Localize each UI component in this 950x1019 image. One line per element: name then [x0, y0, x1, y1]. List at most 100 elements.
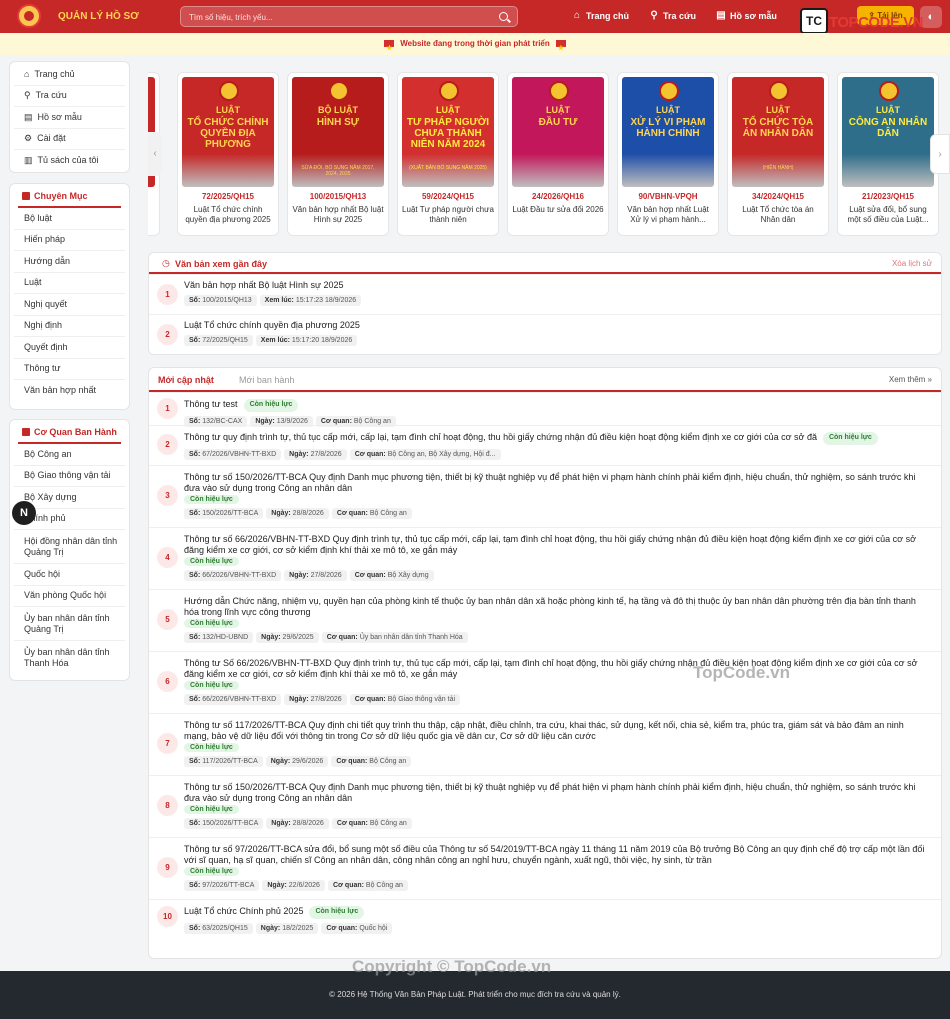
carousel-slide[interactable]: BỘ LUẬT HÌNH SỰ SỬA ĐỔI, BỔ SUNG NĂM 2017,… [287, 72, 389, 236]
slide-caption[interactable]: Luật Tư pháp người chưa thành niên [402, 205, 494, 227]
page-footer: © 2026 Hệ Thống Văn Bản Pháp Luật. Phát … [0, 971, 950, 1019]
row-title[interactable]: Luật Tổ chức chính quyền địa phương 2025 [184, 320, 931, 331]
carousel-slide[interactable]: LUẬT CÔNG AN NHÂN DÂN 21/2023/QH15 Luật sửa… [837, 72, 939, 236]
agency-chip: Cơ quan: Bộ Công an [327, 880, 408, 891]
search-icon[interactable] [499, 12, 508, 21]
see-more-link[interactable]: Xem thêm » [889, 375, 932, 384]
agency-item[interactable]: Quốc hội [14, 564, 125, 586]
row-title[interactable]: Văn bản hợp nhất Bộ luật Hình sự 2025 [184, 280, 931, 291]
category-item[interactable]: Nghị định [14, 316, 125, 337]
floating-n-button[interactable]: N [12, 501, 36, 525]
slide-caption[interactable]: Văn bản hợp nhất Bộ luật Hình sự 2025 [292, 205, 384, 227]
cover-title: CÔNG AN NHÂN DÂN [848, 117, 928, 139]
agency-item[interactable]: Văn phòng Quốc hội [14, 586, 125, 607]
nav-templates[interactable]: ▤ Hồ sơ mẫu [716, 10, 777, 21]
slide-caption[interactable]: Luật Đầu tư sửa đổi 2026 [512, 205, 604, 227]
update-row[interactable]: 6 Thông tư Số 66/2026/VBHN-TT-BXD Quy địn… [149, 651, 941, 713]
police-emblem-logo[interactable] [17, 4, 41, 28]
home-icon: ⌂ [573, 10, 581, 21]
so-chip: Số: 66/2026/VBHN-TT-BXD [184, 694, 282, 705]
row-number: 2 [157, 324, 178, 345]
carousel-slide[interactable]: LUẬT TƯ PHÁP NGƯỜI CHƯA THÀNH NIÊN NĂM 20… [397, 72, 499, 236]
category-item[interactable]: Thông tư [14, 359, 125, 380]
sidebar-item-bookshelf[interactable]: ▥ Tủ sách của tôi [14, 150, 125, 172]
book-cover: LUẬT TỔ CHỨC TÒA ÁN NHÂN DÂN (HIỆN HÀNH) [732, 77, 824, 187]
agency-item[interactable]: Ủy ban nhân dân tỉnh Thanh Hóa [14, 641, 125, 675]
sidebar-item-templates[interactable]: ▤ Hồ sơ mẫu [14, 107, 125, 129]
carousel-prev-button[interactable]: ‹ [148, 132, 162, 176]
row-title[interactable]: Luật Tổ chức Chính phủ 2025 [184, 906, 303, 916]
category-item[interactable]: Bộ luật [14, 208, 125, 230]
date-chip: Ngày: 27/8/2026 [284, 694, 347, 705]
agency-item[interactable]: Hội đồng nhân dân tỉnh Quảng Trị [14, 530, 125, 564]
row-title[interactable]: Thông tư quy định trình tự, thủ tục cấp … [184, 432, 817, 442]
brand-title[interactable]: QUẢN LÝ HỒ SƠ [58, 11, 139, 22]
recent-row[interactable]: 1 Văn bản hợp nhất Bộ luật Hình sự 2025 Số… [149, 274, 941, 314]
update-row[interactable]: 7 Thông tư số 117/2026/TT-BCA Quy định ch… [149, 713, 941, 775]
update-row[interactable]: 2 Thông tư quy định trình tự, thủ tục cấp… [149, 425, 941, 465]
clear-history-link[interactable]: Xóa lịch sử [892, 259, 932, 268]
carousel-slide[interactable]: LUẬT TỔ CHỨC TÒA ÁN NHÂN DÂN (HIỆN HÀNH) 34… [727, 72, 829, 236]
emblem-icon [769, 81, 789, 101]
category-item[interactable]: Quyết định [14, 337, 125, 359]
agency-item[interactable]: Ủy ban nhân dân tỉnh Quảng Trị [14, 607, 125, 641]
status-badge: Còn hiệu lực [184, 619, 239, 628]
search-icon: ⚲ [650, 10, 658, 21]
row-title[interactable]: Thông tư số 117/2026/TT-BCA Quy định chi… [184, 720, 904, 741]
row-title[interactable]: Thông tư Số 66/2026/VBHN-TT-BXD Quy định… [184, 658, 917, 679]
sidebar-item-settings[interactable]: ⚙ Cài đặt [14, 129, 125, 150]
agency-item[interactable]: Bộ Công an [14, 444, 125, 466]
search-input[interactable] [189, 10, 489, 24]
carousel-slide[interactable]: LUẬT TỔ CHỨC CHÍNH QUYỀN ĐỊA PHƯƠNG 72/202… [177, 72, 279, 236]
category-item[interactable]: Văn bản hợp nhất [14, 380, 125, 402]
carousel-slide[interactable]: LUẬT XỬ LÝ VI PHẠM HÀNH CHÍNH 90/VBHN-VPQH… [617, 72, 719, 236]
theme-toggle-icon[interactable]: ◐ [920, 6, 942, 28]
clock-icon: ◷ [162, 258, 170, 268]
slide-caption[interactable]: Văn bản hợp nhất Luật Xử lý vi phạm hành… [622, 205, 714, 227]
slide-caption[interactable]: Luật Tổ chức tòa án Nhân dân [732, 205, 824, 227]
tab-latest-updated[interactable]: Mới cập nhật [158, 375, 214, 385]
slide-caption[interactable]: Luật Tổ chức chính quyền địa phương 2025 [182, 205, 274, 227]
category-item[interactable]: Hướng dẫn [14, 251, 125, 273]
carousel-next-button[interactable]: › [930, 134, 950, 174]
nav-search[interactable]: ⚲ Tra cứu [649, 10, 696, 21]
slide-code: 72/2025/QH15 [201, 192, 255, 201]
category-item[interactable]: Hiến pháp [14, 230, 125, 251]
nav-home[interactable]: ⌂ Trang chủ [572, 10, 629, 21]
update-row[interactable]: 8 Thông tư số 150/2026/TT-BCA Quy định Da… [149, 775, 941, 837]
status-badge: Còn hiệu lực [309, 906, 365, 919]
search-box [180, 6, 518, 27]
category-item[interactable]: Nghị quyết [14, 294, 125, 316]
slide-code: 24/2026/QH16 [531, 192, 585, 201]
row-title[interactable]: Thông tư số 150/2026/TT-BCA Quy định Dan… [184, 782, 915, 803]
document-icon: ▤ [716, 10, 726, 21]
row-number: 1 [157, 284, 178, 305]
tab-latest-issued[interactable]: Mới ban hành [239, 375, 294, 385]
so-chip: Số: 72/2025/QH15 [184, 334, 253, 346]
sidebar-item-home[interactable]: ⌂ Trang chủ [14, 64, 125, 86]
book-cover: LUẬT TỔ CHỨC CHÍNH QUYỀN ĐỊA PHƯƠNG [182, 77, 274, 187]
row-title[interactable]: Thông tư số 150/2026/TT-BCA Quy định Dan… [184, 472, 915, 493]
slide-caption[interactable]: Luật sửa đổi, bổ sung một số điều của Lu… [842, 205, 934, 227]
book-cover: LUẬT CÔNG AN NHÂN DÂN [842, 77, 934, 187]
update-row[interactable]: 5 Hướng dẫn Chức năng, nhiệm vụ, quyền hạ… [149, 589, 941, 651]
so-chip: Số: 67/2026/VBHN-TT-BXD [184, 448, 282, 460]
row-title[interactable]: Thông tư số 66/2026/VBHN-TT-BXD Quy định… [184, 534, 916, 555]
row-title[interactable]: Thông tư số 97/2026/TT-BCA sửa đổi, bổ s… [184, 844, 924, 865]
row-number: 3 [157, 485, 178, 506]
book-cover: LUẬT ĐẦU TƯ [512, 77, 604, 187]
row-title[interactable]: Thông tư test [184, 399, 238, 409]
update-row[interactable]: 3 Thông tư số 150/2026/TT-BCA Quy định Da… [149, 465, 941, 527]
update-row[interactable]: 10 Luật Tổ chức Chính phủ 2025 Còn hiệu lự… [149, 899, 941, 935]
date-chip: Ngày: 28/8/2026 [266, 508, 329, 519]
row-title[interactable]: Hướng dẫn Chức năng, nhiệm vụ, quyền hạn… [184, 596, 916, 617]
update-row[interactable]: 1 Thông tư test Còn hiệu lực Số: 132/BC-CAX… [149, 392, 941, 427]
recent-row[interactable]: 2 Luật Tổ chức chính quyền địa phương 202… [149, 314, 941, 354]
agency-item[interactable]: Bộ Giao thông vận tải [14, 466, 125, 487]
category-item[interactable]: Luật [14, 273, 125, 294]
sidebar-item-search[interactable]: ⚲ Tra cứu [14, 86, 125, 107]
row-title-wrap: Thông tư số 150/2026/TT-BCA Quy định Dan… [184, 782, 931, 803]
update-row[interactable]: 9 Thông tư số 97/2026/TT-BCA sửa đổi, bổ … [149, 837, 941, 899]
update-row[interactable]: 4 Thông tư số 66/2026/VBHN-TT-BXD Quy địn… [149, 527, 941, 589]
carousel-slide[interactable]: LUẬT ĐẦU TƯ 24/2026/QH16 Luật Đầu tư sửa đổ… [507, 72, 609, 236]
